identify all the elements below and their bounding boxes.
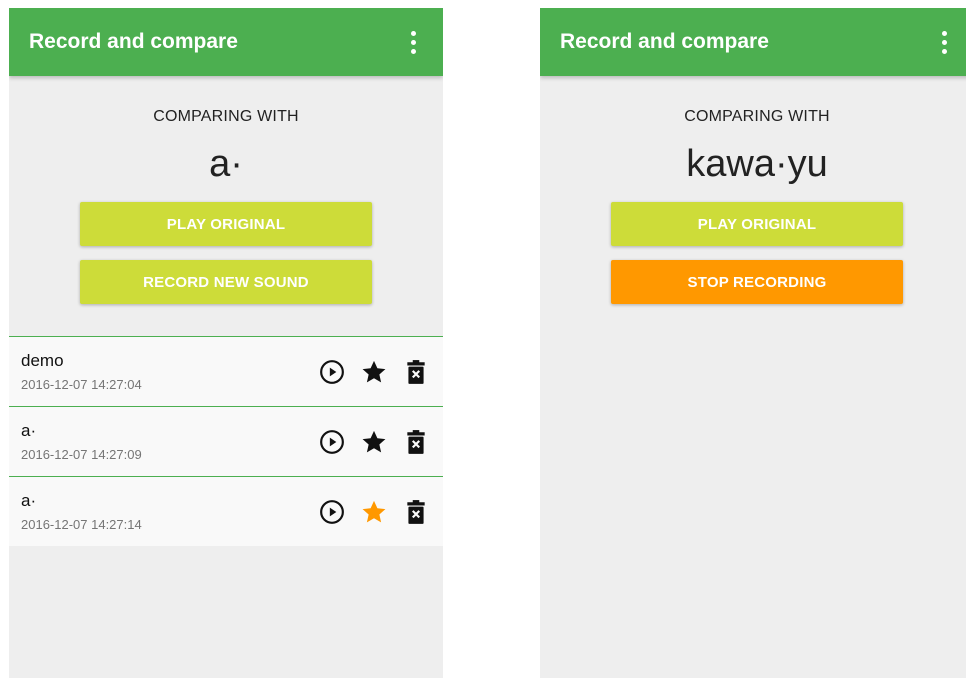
stop-recording-button[interactable]: STOP RECORDING [611,260,903,304]
app-title: Record and compare [29,30,238,53]
comparing-label: COMPARING WITH [684,108,830,125]
list-item[interactable]: a· 2016-12-07 14:27:09 [9,406,443,476]
delete-forever-icon[interactable] [401,497,431,527]
play-circle-icon[interactable] [317,357,347,387]
play-circle-icon[interactable] [317,497,347,527]
list-item[interactable]: a· 2016-12-07 14:27:14 [9,476,443,546]
item-actions [317,497,431,527]
list-item-text: demo 2016-12-07 14:27:04 [21,351,142,392]
app-bar: Record and compare [540,8,966,76]
recording-timestamp: 2016-12-07 14:27:04 [21,377,142,392]
record-new-sound-button[interactable]: RECORD NEW SOUND [80,260,372,304]
star-icon[interactable] [359,427,389,457]
left-screen: Record and compare COMPARING WITH a· PLA… [9,8,443,678]
play-original-button[interactable]: PLAY ORIGINAL [80,202,372,246]
recording-timestamp: 2016-12-07 14:27:14 [21,517,142,532]
more-vert-icon[interactable] [934,28,954,56]
play-original-button[interactable]: PLAY ORIGINAL [611,202,903,246]
comparing-label: COMPARING WITH [153,108,299,125]
comparing-word: a· [209,143,243,185]
star-icon[interactable] [359,497,389,527]
item-actions [317,427,431,457]
item-actions [317,357,431,387]
recording-timestamp: 2016-12-07 14:27:09 [21,447,142,462]
app-bar: Record and compare [9,8,443,76]
list-item[interactable]: demo 2016-12-07 14:27:04 [9,336,443,406]
list-item-text: a· 2016-12-07 14:27:14 [21,491,142,532]
app-title: Record and compare [560,30,769,53]
delete-forever-icon[interactable] [401,427,431,457]
recording-title: a· [21,491,37,510]
comparing-word: kawa·yu [686,143,828,185]
more-vert-icon[interactable] [403,28,423,56]
recordings-list: demo 2016-12-07 14:27:04 a· 2016-12-07 1… [9,336,443,546]
list-item-text: a· 2016-12-07 14:27:09 [21,421,142,462]
right-screen: Record and compare COMPARING WITH kawa·y… [540,8,966,678]
delete-forever-icon[interactable] [401,357,431,387]
recording-title: a· [21,421,37,440]
star-icon[interactable] [359,357,389,387]
recording-title: demo [21,351,64,370]
play-circle-icon[interactable] [317,427,347,457]
